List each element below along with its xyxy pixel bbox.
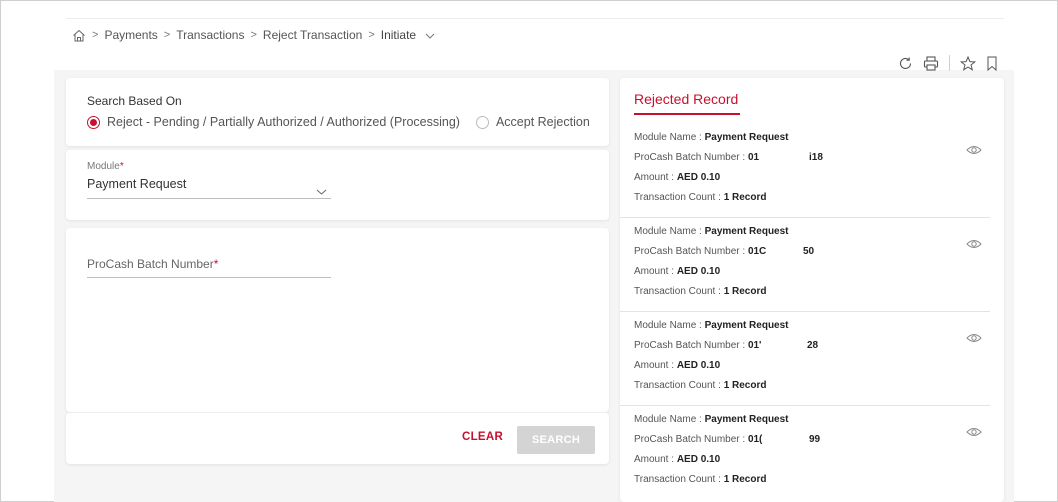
rejected-record-list: Module Name : Payment Request ProCash Ba… <box>620 124 1004 500</box>
rejected-record-panel: Rejected Record Module Name : Payment Re… <box>620 78 1004 502</box>
record-batch-line: ProCash Batch Number : 01C 50 <box>634 246 815 257</box>
chevron-down-icon[interactable] <box>425 28 435 42</box>
breadcrumb-payments[interactable]: Payments <box>104 28 157 42</box>
record-amount-line: Amount : AED 0.10 <box>634 266 721 277</box>
record-batch-line: ProCash Batch Number : 01 i18 <box>634 152 823 163</box>
search-based-on-card: Search Based On Reject - Pending / Parti… <box>66 78 609 146</box>
search-options: Reject - Pending / Partially Authorized … <box>87 115 606 129</box>
actions-bar: CLEAR SEARCH <box>66 412 609 464</box>
record-item: Module Name : Payment Request ProCash Ba… <box>620 312 990 406</box>
refresh-icon[interactable] <box>898 56 913 71</box>
search-based-on-title: Search Based On <box>87 94 182 108</box>
breadcrumb-separator: > <box>250 29 257 41</box>
toolbar-divider <box>949 55 950 71</box>
record-module-line: Module Name : Payment Request <box>634 132 789 143</box>
clear-button[interactable]: CLEAR <box>462 431 503 443</box>
module-label: Module* <box>87 161 124 172</box>
rejected-record-tab-underline <box>634 113 740 115</box>
radio-reject-pending[interactable] <box>87 115 100 129</box>
record-count-line: Transaction Count : 1 Record <box>634 286 767 297</box>
radio-accept-rejection[interactable] <box>475 115 489 129</box>
record-batch-line: ProCash Batch Number : 01' 28 <box>634 340 819 351</box>
eye-icon[interactable] <box>966 142 982 160</box>
record-count-line: Transaction Count : 1 Record <box>634 192 767 203</box>
star-icon[interactable] <box>960 55 976 71</box>
breadcrumb-reject-transaction[interactable]: Reject Transaction <box>263 28 362 42</box>
home-icon[interactable] <box>72 29 86 42</box>
breadcrumb-separator: > <box>92 29 99 41</box>
module-select-underline <box>87 198 331 199</box>
record-item: Module Name : Payment Request ProCash Ba… <box>620 406 990 500</box>
breadcrumb-separator: > <box>368 29 375 41</box>
radio-accept-rejection-label[interactable]: Accept Rejection <box>496 115 590 129</box>
record-module-line: Module Name : Payment Request <box>634 320 789 331</box>
batch-number-underline <box>87 277 331 278</box>
breadcrumb: > Payments > Transactions > Reject Trans… <box>72 27 435 43</box>
record-amount-line: Amount : AED 0.10 <box>634 172 721 183</box>
batch-number-input[interactable]: ProCash Batch Number* <box>87 257 218 271</box>
record-batch-line: ProCash Batch Number : 01(99 <box>634 434 821 445</box>
bookmark-icon[interactable] <box>986 56 998 71</box>
eye-icon[interactable] <box>966 330 982 348</box>
breadcrumb-transactions[interactable]: Transactions <box>176 28 244 42</box>
breadcrumb-initiate[interactable]: Initiate <box>381 28 416 42</box>
record-module-line: Module Name : Payment Request <box>634 414 789 425</box>
search-button[interactable]: SEARCH <box>517 426 595 454</box>
breadcrumb-separator: > <box>163 29 171 41</box>
toolbar <box>898 54 998 72</box>
module-card: Module* Payment Request <box>66 150 609 220</box>
batch-number-card: ProCash Batch Number* <box>66 228 609 412</box>
record-amount-line: Amount : AED 0.10 <box>634 454 721 465</box>
eye-icon[interactable] <box>966 424 982 442</box>
radio-reject-pending-label[interactable]: Reject - Pending / Partially Authorized … <box>107 115 460 129</box>
record-module-line: Module Name : Payment Request <box>634 226 789 237</box>
record-amount-line: Amount : AED 0.10 <box>634 360 721 371</box>
record-count-line: Transaction Count : 1 Record <box>634 474 767 485</box>
rejected-record-title: Rejected Record <box>634 91 739 107</box>
eye-icon[interactable] <box>966 236 982 254</box>
record-item: Module Name : Payment Request ProCash Ba… <box>620 124 990 218</box>
record-count-line: Transaction Count : 1 Record <box>634 380 767 391</box>
module-select[interactable]: Payment Request <box>87 177 186 191</box>
header-divider <box>66 18 1004 19</box>
print-icon[interactable] <box>923 55 939 71</box>
record-item: Module Name : Payment Request ProCash Ba… <box>620 218 990 312</box>
